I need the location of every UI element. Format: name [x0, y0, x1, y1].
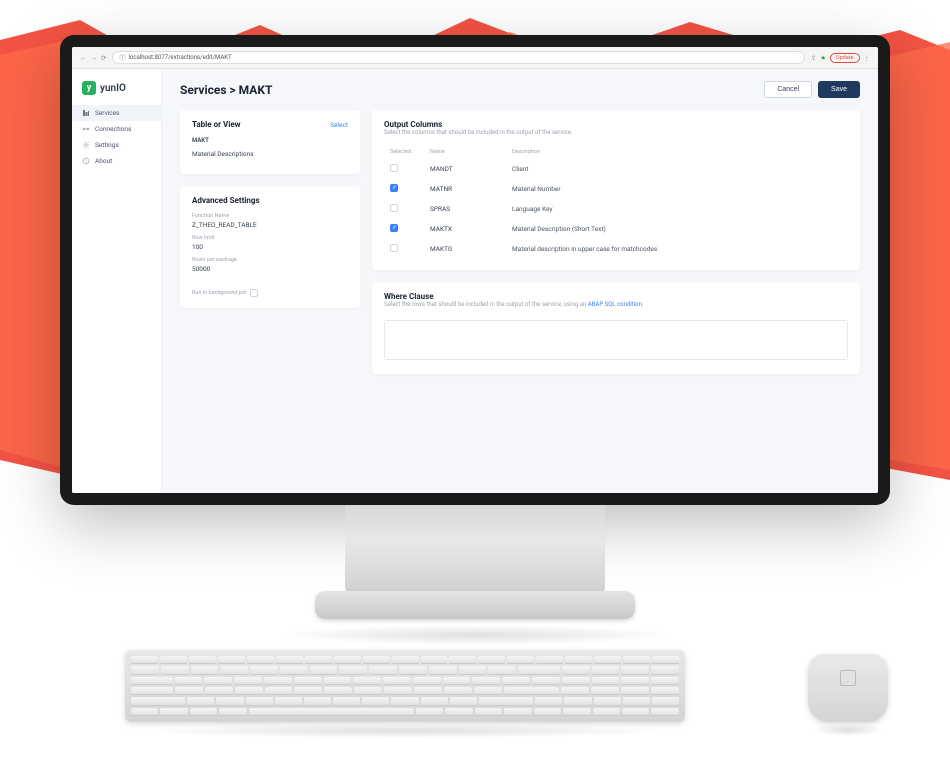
menu-icon[interactable]: ⋮ — [864, 54, 871, 62]
abap-sql-link[interactable]: ABAP SQL condition — [588, 301, 642, 308]
about-icon — [82, 157, 90, 165]
back-icon[interactable]: ← — [80, 54, 87, 62]
col-header-selected: Selected — [386, 146, 424, 158]
column-name: MAKTX — [426, 220, 506, 238]
column-name: MANDT — [426, 160, 506, 178]
card-title: Where Clause — [384, 292, 848, 301]
card-title: Output Columns — [384, 120, 848, 129]
card-subtitle: Select the rows that should be included … — [384, 301, 848, 308]
bg-job-label: Run in background job — [192, 290, 246, 296]
sidebar-item-settings[interactable]: Settings — [72, 137, 161, 153]
sidebar-item-label: Services — [95, 109, 120, 117]
table-row: MATNRMaterial Number — [386, 180, 846, 198]
column-name: MAKTG — [426, 240, 506, 258]
column-description: Material Description (Short Text) — [508, 220, 846, 238]
monitor: ← → ⟳ ⓘ localhost:8077/extractions/edit/… — [60, 35, 890, 645]
column-description: Material description in upper case for m… — [508, 240, 846, 258]
rows-pkg-value: 50000 — [192, 265, 348, 273]
sidebar-item-label: About — [95, 157, 112, 165]
logo-text: yunIO — [100, 83, 126, 94]
card-title: Table or View — [192, 120, 241, 129]
forward-icon[interactable]: → — [91, 54, 98, 62]
advanced-settings-card: Advanced Settings Function Name Z_THEO_R… — [180, 186, 360, 308]
breadcrumb: Services > MAKT — [180, 83, 272, 97]
sidebar-item-connections[interactable]: Connections — [72, 121, 161, 137]
sidebar-item-about[interactable]: About — [72, 153, 161, 169]
sidebar-item-services[interactable]: Services — [72, 105, 161, 121]
column-checkbox[interactable] — [390, 224, 398, 232]
card-subtitle: Select the columns that should be includ… — [384, 129, 848, 136]
column-description: Language Key — [508, 200, 846, 218]
update-badge[interactable]: Update — [830, 53, 859, 63]
column-description: Material Number — [508, 180, 846, 198]
bg-job-checkbox[interactable] — [250, 289, 258, 297]
table-name: MAKT — [192, 137, 348, 144]
services-icon — [82, 109, 90, 117]
save-button[interactable]: Save — [818, 81, 860, 98]
star-icon[interactable]: ★ — [820, 54, 826, 62]
url-text: localhost:8077/extractions/edit/MAKT — [128, 54, 231, 61]
column-checkbox[interactable] — [390, 204, 398, 212]
function-name-value: Z_THEO_READ_TABLE — [192, 221, 348, 229]
column-name: SPRAS — [426, 200, 506, 218]
reload-icon[interactable]: ⟳ — [101, 54, 106, 62]
table-row: MAKTXMaterial Description (Short Text) — [386, 220, 846, 238]
sidebar-item-label: Connections — [95, 125, 131, 133]
info-icon: ⓘ — [119, 53, 125, 62]
select-link[interactable]: Select — [330, 121, 348, 129]
keyboard — [125, 650, 685, 722]
col-header-name: Name — [426, 146, 506, 158]
col-header-description: Description — [508, 146, 846, 158]
table-description: Material Descriptions — [192, 150, 348, 158]
where-clause-input[interactable] — [384, 320, 848, 360]
settings-icon — [82, 141, 90, 149]
columns-table: Selected Name Description MANDTClientMAT… — [384, 144, 848, 260]
where-clause-card: Where Clause Select the rows that should… — [372, 282, 860, 374]
url-bar[interactable]: ⓘ localhost:8077/extractions/edit/MAKT — [112, 51, 804, 64]
logo-icon: y — [82, 81, 96, 95]
row-limit-value: 100 — [192, 243, 348, 251]
column-name: MATNR — [426, 180, 506, 198]
table-row: SPRASLanguage Key — [386, 200, 846, 218]
card-title: Advanced Settings — [192, 196, 348, 205]
column-description: Client — [508, 160, 846, 178]
logo: y yunIO — [72, 77, 161, 105]
table-row: MAKTGMaterial description in upper case … — [386, 240, 846, 258]
field-label: Row limit — [192, 235, 348, 241]
browser-chrome: ← → ⟳ ⓘ localhost:8077/extractions/edit/… — [72, 47, 878, 69]
column-checkbox[interactable] — [390, 184, 398, 192]
column-checkbox[interactable] — [390, 244, 398, 252]
share-icon[interactable]: ⇪ — [811, 54, 816, 62]
connections-icon — [82, 125, 90, 133]
sidebar-item-label: Settings — [95, 141, 119, 149]
sidebar: y yunIO Services Connections — [72, 69, 162, 493]
column-checkbox[interactable] — [390, 164, 398, 172]
field-label: Rows per package — [192, 257, 348, 263]
field-label: Function Name — [192, 213, 348, 219]
cancel-button[interactable]: Cancel — [764, 81, 812, 98]
mouse — [808, 654, 888, 722]
table-row: MANDTClient — [386, 160, 846, 178]
table-view-card: Table or View Select MAKT Material Descr… — [180, 110, 360, 174]
output-columns-card: Output Columns Select the columns that s… — [372, 110, 860, 270]
